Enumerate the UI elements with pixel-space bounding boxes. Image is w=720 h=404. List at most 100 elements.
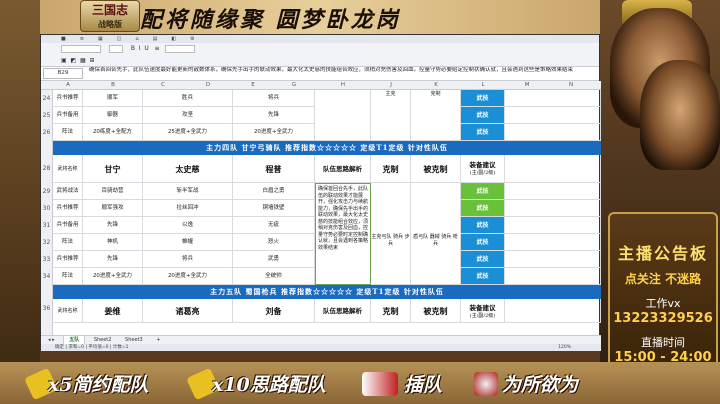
cell[interactable]: 武勇 bbox=[233, 251, 315, 268]
row-32[interactable]: 32 bbox=[41, 234, 52, 251]
col-e[interactable]: E bbox=[233, 82, 273, 88]
cell-role[interactable]: 兵书推荐 bbox=[53, 90, 83, 107]
format-box[interactable] bbox=[165, 44, 196, 53]
cell-empty[interactable] bbox=[505, 90, 601, 107]
cell-empty[interactable] bbox=[505, 183, 601, 200]
team4-title-bar[interactable]: 主力四队 甘宁弓骑队 推荐指数☆☆☆☆☆ 定级T1定级 针对性队伍 bbox=[53, 141, 601, 155]
formula-input[interactable]: 确保首回合先手，此队伍速度最好能更新的敌数体系，确保先手出手的联动效果，最大化太… bbox=[89, 67, 595, 81]
cell-empty[interactable] bbox=[505, 268, 601, 285]
team5-title-bar[interactable]: 主力五队 蜀国枪兵 推荐指数☆☆☆☆☆ 定级T1定级 针对性队伍 bbox=[53, 285, 601, 299]
cell[interactable]: 20进度+全武力 bbox=[233, 124, 315, 141]
paste-icon[interactable]: ▣ bbox=[61, 57, 67, 64]
col-j[interactable]: J bbox=[371, 82, 411, 88]
col-k[interactable]: K bbox=[411, 82, 461, 88]
cell-role[interactable]: 兵书备用 bbox=[53, 107, 83, 124]
row-36[interactable]: 36 bbox=[41, 299, 52, 319]
cell-gear-rec[interactable]: 武技 bbox=[461, 217, 505, 234]
col-n[interactable]: N bbox=[549, 82, 593, 88]
col-b[interactable]: B bbox=[83, 82, 143, 88]
cell-empty[interactable] bbox=[505, 155, 601, 183]
cell-gear-rec[interactable]: 武技 bbox=[461, 234, 505, 251]
col-d[interactable]: D bbox=[183, 82, 233, 88]
cell-empty[interactable] bbox=[505, 107, 601, 124]
cell[interactable]: 以逸 bbox=[143, 217, 233, 234]
cell-gear-rec[interactable]: 武技 bbox=[461, 90, 505, 107]
sheet-tab-3[interactable]: Sheet3 bbox=[120, 336, 148, 344]
header-gear[interactable]: 装备建议 (主/副/2级) bbox=[461, 299, 505, 323]
cell[interactable]: 将兵 bbox=[233, 90, 315, 107]
row-30[interactable]: 30 bbox=[41, 200, 52, 217]
cell[interactable]: 百骑劫营 bbox=[83, 183, 143, 200]
font-name-box[interactable] bbox=[61, 44, 101, 53]
cell-empty[interactable] bbox=[505, 251, 601, 268]
cell-counter-top[interactable]: 主克 bbox=[371, 90, 411, 141]
align-icon[interactable]: ≡ bbox=[155, 45, 160, 52]
team4-countered-cell[interactable]: 盾弓队 器械 骑兵 枪兵 bbox=[411, 183, 461, 285]
cell[interactable]: 御器 bbox=[83, 107, 143, 124]
cell[interactable]: 20进度+全武力 bbox=[83, 268, 143, 285]
cell-role[interactable]: 阵法 bbox=[53, 124, 83, 141]
header-counter[interactable]: 克制 bbox=[371, 155, 411, 183]
header-analysis[interactable]: 队伍思路解析 bbox=[315, 299, 371, 323]
add-sheet-icon[interactable]: + bbox=[151, 336, 165, 344]
cell-empty[interactable] bbox=[505, 217, 601, 234]
cell[interactable]: 斩半军战 bbox=[143, 183, 233, 200]
row-34[interactable]: 34 bbox=[41, 268, 52, 285]
cell[interactable]: 先锋 bbox=[233, 107, 315, 124]
cell-empty[interactable] bbox=[505, 124, 601, 141]
cell-gear-rec[interactable]: 武技 bbox=[461, 183, 505, 200]
col-a[interactable]: A bbox=[53, 82, 83, 88]
header-gear[interactable]: 装备建议 (主/副/2级) bbox=[461, 155, 505, 183]
row-31[interactable]: 31 bbox=[41, 217, 52, 234]
header-role[interactable]: 武将名称 bbox=[53, 299, 83, 323]
cell-role[interactable]: 兵书推荐 bbox=[53, 200, 83, 217]
underline-icon[interactable]: U bbox=[144, 45, 148, 52]
cell-gear-rec[interactable]: 武技 bbox=[461, 107, 505, 124]
border-icon[interactable]: ▦ bbox=[80, 57, 86, 64]
cell[interactable]: 20练度+全配方 bbox=[83, 124, 143, 141]
cell[interactable]: 攻坚 bbox=[143, 107, 233, 124]
italic-icon[interactable]: I bbox=[139, 45, 141, 52]
zoom-level[interactable]: 120% bbox=[558, 344, 571, 351]
cell[interactable]: 顺军 bbox=[83, 90, 143, 107]
cell[interactable]: 全统帅 bbox=[233, 268, 315, 285]
row-29[interactable]: 29 bbox=[41, 183, 52, 200]
header-hero-3[interactable]: 程普 bbox=[233, 155, 315, 183]
sheet-tab-2[interactable]: Sheet2 bbox=[89, 336, 117, 344]
sheet-nav-icon[interactable]: ◂ ▸ bbox=[43, 336, 60, 344]
header-countered[interactable]: 被克制 bbox=[411, 155, 461, 183]
cell-analysis-top[interactable] bbox=[315, 90, 371, 141]
header-hero-1[interactable]: 姜维 bbox=[83, 299, 143, 323]
cell-role[interactable]: 兵书推荐 bbox=[53, 251, 83, 268]
cell[interactable]: 白眉之勇 bbox=[233, 183, 315, 200]
cell-gear-rec[interactable]: 武技 bbox=[461, 124, 505, 141]
cell[interactable]: 铜墙铁壁 bbox=[233, 200, 315, 217]
cell-gear-rec[interactable]: 武技 bbox=[461, 268, 505, 285]
cell-empty[interactable] bbox=[505, 299, 601, 323]
cell-gear-rec[interactable]: 武技 bbox=[461, 251, 505, 268]
row-28[interactable]: 28 bbox=[41, 155, 52, 183]
cell[interactable]: 先锋 bbox=[83, 251, 143, 268]
team4-analysis-note[interactable]: 确保首回合先手，此队伍的联动效果才能展开，强化攻击力与续航能力，确保先手出手的联… bbox=[315, 183, 371, 285]
spreadsheet-window[interactable]: ■ ≡ ▦ ◫ ⌂ ▤ ◧ ⚙ B I U ≡ ▣ ◩ ▦ ⊞ B29 确保首回合先手，此队伍… bbox=[40, 34, 601, 351]
cell-role[interactable]: 阵法 bbox=[53, 234, 83, 251]
header-countered[interactable]: 被克制 bbox=[411, 299, 461, 323]
header-hero-2[interactable]: 诸葛亮 bbox=[143, 299, 233, 323]
cell[interactable]: 帷幄 bbox=[143, 234, 233, 251]
cell-empty[interactable] bbox=[505, 234, 601, 251]
cell[interactable]: 25进度+全武力 bbox=[143, 124, 233, 141]
header-hero-3[interactable]: 刘备 bbox=[233, 299, 315, 323]
col-l[interactable]: L bbox=[461, 82, 505, 88]
team4-counter-cell[interactable]: 主克弓队 骑兵 步兵 bbox=[371, 183, 411, 285]
cell-role[interactable]: 武将战法 bbox=[53, 183, 83, 200]
cell[interactable]: 无疵 bbox=[233, 217, 315, 234]
bold-icon[interactable]: B bbox=[131, 45, 135, 52]
cell[interactable]: 神机 bbox=[83, 234, 143, 251]
merge-icon[interactable]: ⊞ bbox=[90, 57, 95, 64]
row-24[interactable]: 24 bbox=[41, 90, 52, 107]
cell[interactable]: 先锋 bbox=[83, 217, 143, 234]
header-counter[interactable]: 克制 bbox=[371, 299, 411, 323]
cell[interactable]: 胜兵 bbox=[143, 90, 233, 107]
cell-countered-top[interactable]: 克制 bbox=[411, 90, 461, 141]
header-analysis[interactable]: 队伍思路解析 bbox=[315, 155, 371, 183]
